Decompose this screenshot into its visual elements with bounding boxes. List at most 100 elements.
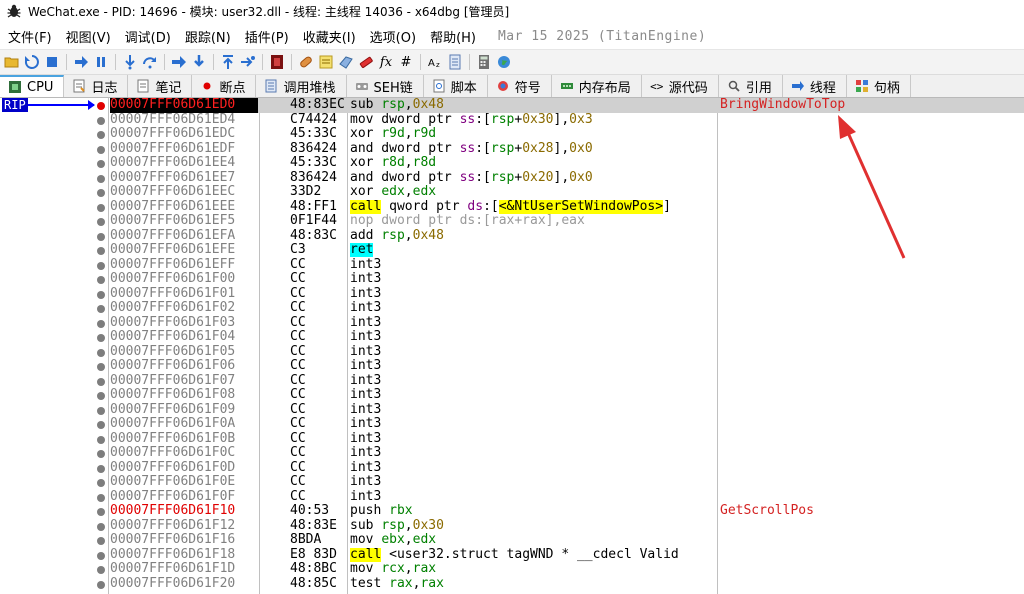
menu-plugins[interactable]: 插件(P)	[245, 27, 289, 46]
disasm-row[interactable]: 00007FFF06D61EE7 836424 and dword ptr ss:[…	[0, 171, 1024, 186]
disasm-row[interactable]: 00007FFF06D61F00 CC int3	[0, 272, 1024, 287]
disasm-row[interactable]: 00007FFF06D61F0A CC int3	[0, 417, 1024, 432]
breakpoint-dot[interactable]	[97, 450, 105, 458]
bookmark-icon[interactable]	[358, 54, 374, 70]
breakpoint-dot-active[interactable]	[97, 102, 105, 110]
disasm-row[interactable]: 00007FFF06D61F01 CC int3	[0, 287, 1024, 302]
breakpoint-dot[interactable]	[97, 247, 105, 255]
menu-help[interactable]: 帮助(H)	[430, 27, 476, 46]
font-icon[interactable]: Az	[427, 54, 443, 70]
disasm-row[interactable]: 00007FFF06D61F16 8BDA mov ebx,edx	[0, 533, 1024, 548]
breakpoint-dot[interactable]	[97, 551, 105, 560]
disasm-row[interactable]: 00007FFF06D61F07 CC int3	[0, 374, 1024, 389]
breakpoint-dot[interactable]	[97, 363, 105, 371]
breakpoint-dot[interactable]	[97, 203, 105, 212]
breakpoint-dot[interactable]	[97, 290, 105, 299]
breakpoint-dot[interactable]	[97, 261, 105, 270]
menu-view[interactable]: 视图(V)	[66, 27, 111, 46]
function-icon[interactable]: fx	[378, 54, 394, 70]
run-to-user-code-icon[interactable]	[240, 54, 256, 70]
calculator-icon[interactable]	[476, 54, 492, 70]
label-icon[interactable]	[338, 54, 354, 70]
patch-icon[interactable]	[298, 54, 314, 70]
tab-handles[interactable]: 句柄	[847, 75, 911, 97]
tab-source[interactable]: <> 源代码	[642, 75, 719, 97]
disasm-row[interactable]: 00007FFF06D61F10 40:53 push rbx GetScrollPo…	[0, 504, 1024, 519]
disasm-row[interactable]: 00007FFF06D61F12 48:83E sub rsp,0x30	[0, 519, 1024, 534]
breakpoint-dot[interactable]	[97, 435, 105, 444]
breakpoint-dot[interactable]	[97, 537, 105, 545]
pause-icon[interactable]	[93, 54, 109, 70]
tab-references[interactable]: 引用	[719, 75, 783, 97]
disasm-row[interactable]: RIP 00007FFF06D61ED0 48:83EC sub rsp,0x48 Br…	[0, 98, 1024, 113]
tab-seh[interactable]: SEH链	[347, 75, 424, 97]
breakpoint-dot[interactable]	[97, 232, 105, 241]
disasm-row[interactable]: 00007FFF06D61F0B CC int3	[0, 432, 1024, 447]
disasm-row[interactable]: 00007FFF06D61F08 CC int3	[0, 388, 1024, 403]
breakpoint-dot[interactable]	[97, 305, 105, 313]
disasm-row[interactable]: 00007FFF06D61F1D 48:8BC mov rcx,rax	[0, 562, 1024, 577]
stop-icon[interactable]	[44, 54, 60, 70]
breakpoint-dot[interactable]	[97, 145, 105, 154]
execute-till-return-icon[interactable]	[220, 54, 236, 70]
breakpoint-dot[interactable]	[97, 493, 105, 502]
trace-into-icon[interactable]	[171, 54, 187, 70]
comment-icon[interactable]	[318, 54, 334, 70]
breakpoint-dot[interactable]	[97, 319, 105, 328]
disasm-row[interactable]: 00007FFF06D61F02 CC int3	[0, 301, 1024, 316]
disasm-row[interactable]: 00007FFF06D61EEE 48:FF1 call qword ptr ds:…	[0, 199, 1024, 215]
breakpoint-dot[interactable]	[97, 348, 105, 357]
breakpoint-dot[interactable]	[97, 276, 105, 284]
breakpoint-dot[interactable]	[97, 566, 105, 574]
breakpoint-dot[interactable]	[97, 174, 105, 183]
menu-file[interactable]: 文件(F)	[8, 27, 52, 46]
hash-icon[interactable]: #	[398, 54, 414, 70]
menu-trace[interactable]: 跟踪(N)	[185, 27, 231, 46]
tab-script[interactable]: 脚本	[424, 75, 488, 97]
open-icon[interactable]	[4, 54, 20, 70]
breakpoint-dot[interactable]	[97, 131, 105, 139]
trace-over-icon[interactable]	[191, 54, 207, 70]
breakpoint-dot[interactable]	[97, 189, 105, 197]
step-over-icon[interactable]	[142, 54, 158, 70]
disasm-row[interactable]: 00007FFF06D61EF5 0F1F44 nop dword ptr ds:[…	[0, 214, 1024, 229]
disasm-row[interactable]: 00007FFF06D61EFA 48:83C add rsp,0x48	[0, 229, 1024, 244]
breakpoint-dot[interactable]	[97, 464, 105, 473]
tab-notes[interactable]: 笔记	[128, 75, 193, 97]
tab-cpu[interactable]: CPU	[0, 75, 65, 97]
disasm-row[interactable]: 00007FFF06D61F03 CC int3	[0, 316, 1024, 331]
tab-symbols[interactable]: 符号	[488, 75, 552, 97]
breakpoint-dot[interactable]	[97, 218, 105, 226]
disasm-row[interactable]: 00007FFF06D61F0E CC int3	[0, 475, 1024, 490]
disasm-row[interactable]: 00007FFF06D61EFF CC int3	[0, 258, 1024, 273]
breakpoint-dot[interactable]	[97, 160, 105, 168]
disasm-row[interactable]: 00007FFF06D61F06 CC int3	[0, 359, 1024, 374]
tab-log[interactable]: 日志	[64, 75, 129, 97]
disasm-row[interactable]: 00007FFF06D61F05 CC int3	[0, 345, 1024, 360]
menu-favourites[interactable]: 收藏夹(I)	[303, 27, 356, 46]
strings-icon[interactable]	[447, 54, 463, 70]
breakpoint-dot[interactable]	[97, 392, 105, 400]
disasm-row[interactable]: 00007FFF06D61F04 CC int3	[0, 330, 1024, 345]
breakpoint-dot[interactable]	[97, 421, 105, 429]
disasm-row[interactable]: 00007FFF06D61EE4 45:33C xor r8d,r8d	[0, 156, 1024, 171]
tab-breakpoints[interactable]: 断点	[192, 75, 257, 97]
breakpoint-dot[interactable]	[97, 508, 105, 516]
tab-callstack[interactable]: 调用堆栈	[256, 75, 347, 97]
disasm-row[interactable]: 00007FFF06D61EDF 836424 and dword ptr ss:[…	[0, 142, 1024, 157]
disasm-row[interactable]: 00007FFF06D61EDC 45:33C xor r9d,r9d	[0, 127, 1024, 142]
disasm-row[interactable]: 00007FFF06D61F18 E8 83D call <user32.struc…	[0, 547, 1024, 563]
disasm-row[interactable]: 00007FFF06D61F09 CC int3	[0, 403, 1024, 418]
disasm-row[interactable]: 00007FFF06D61ED4 C74424 mov dword ptr ss:[…	[0, 113, 1024, 128]
breakpoint-dot[interactable]	[97, 522, 105, 531]
breakpoint-dot[interactable]	[97, 580, 105, 589]
disasm-row[interactable]: 00007FFF06D61F0C CC int3	[0, 446, 1024, 461]
disasm-row[interactable]: 00007FFF06D61F20 48:85C test rax,rax	[0, 577, 1024, 592]
restart-icon[interactable]	[24, 54, 40, 70]
breakpoint-dot[interactable]	[97, 334, 105, 342]
step-into-icon[interactable]	[122, 54, 138, 70]
breakpoint-dot[interactable]	[97, 479, 105, 487]
breakpoint-dot[interactable]	[97, 377, 105, 386]
disasm-row[interactable]: 00007FFF06D61F0F CC int3	[0, 490, 1024, 505]
tab-threads[interactable]: 线程	[783, 75, 847, 97]
